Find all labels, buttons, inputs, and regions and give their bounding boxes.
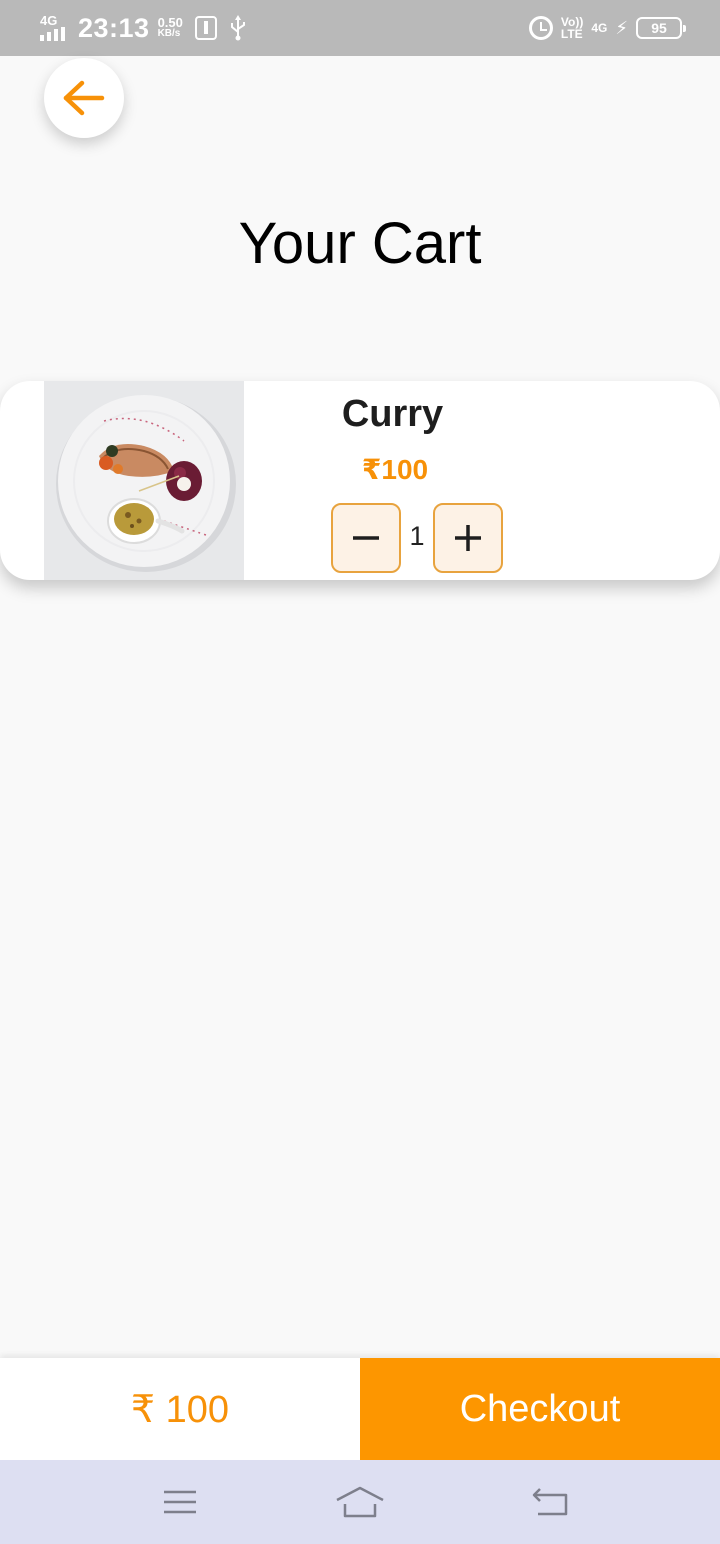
page-title: Your Cart: [238, 211, 482, 276]
back-button[interactable]: [44, 58, 124, 138]
checkout-label: Checkout: [459, 1387, 621, 1430]
menu-nav-button[interactable]: [155, 1482, 205, 1522]
item-name: Curry: [341, 393, 444, 435]
item-image: [44, 381, 244, 580]
minus-icon: [353, 536, 379, 540]
item-price: ₹100: [361, 454, 429, 485]
battery-icon: 95: [636, 17, 686, 39]
charging-icon: ⚡: [615, 17, 628, 38]
speed-value: 0.50: [157, 15, 183, 30]
battery-level: 95: [651, 20, 667, 36]
status-time: 23:13: [78, 12, 150, 43]
quantity-value: 1: [409, 521, 425, 551]
total-amount: ₹ 100: [130, 1388, 230, 1431]
plus-icon: [455, 525, 481, 551]
curry-dish-photo: [44, 381, 244, 580]
signal-icon: 4G: [38, 13, 72, 43]
cart-item: Curry ₹100 1: [0, 381, 720, 580]
alarm-icon: [528, 16, 553, 40]
menu-icon: [164, 1490, 196, 1514]
arrow-left-icon: [63, 80, 105, 116]
back-nav-button[interactable]: [525, 1482, 575, 1522]
usb-debug-icon: [194, 16, 217, 40]
status-bar: 4G 23:13 0.50 KB/s Vo)) LTE 4G ⚡ 95: [0, 0, 720, 56]
checkout-bar: ₹ 100 Checkout: [0, 1358, 720, 1460]
increase-quantity-button[interactable]: [433, 503, 503, 573]
cart-total: ₹ 100: [0, 1358, 360, 1460]
checkout-button[interactable]: Checkout: [360, 1358, 720, 1460]
speed-unit: KB/s: [157, 28, 181, 39]
home-nav-button[interactable]: [335, 1482, 385, 1522]
volte-bottom: LTE: [560, 27, 583, 41]
usb-icon: [230, 15, 245, 41]
network-type: 4G: [40, 13, 58, 28]
return-icon: [532, 1488, 568, 1516]
network-speed: 0.50 KB/s: [157, 15, 183, 39]
home-icon: [336, 1486, 384, 1518]
status-right-group: Vo)) LTE 4G ⚡ 95: [528, 10, 686, 46]
decrease-quantity-button[interactable]: [331, 503, 401, 573]
network-type-right: 4G: [591, 21, 608, 35]
status-left-group: 4G 23:13 0.50 KB/s: [38, 10, 247, 46]
system-navigation-bar: [0, 1460, 720, 1544]
volte-indicator: Vo)) LTE: [561, 16, 583, 40]
